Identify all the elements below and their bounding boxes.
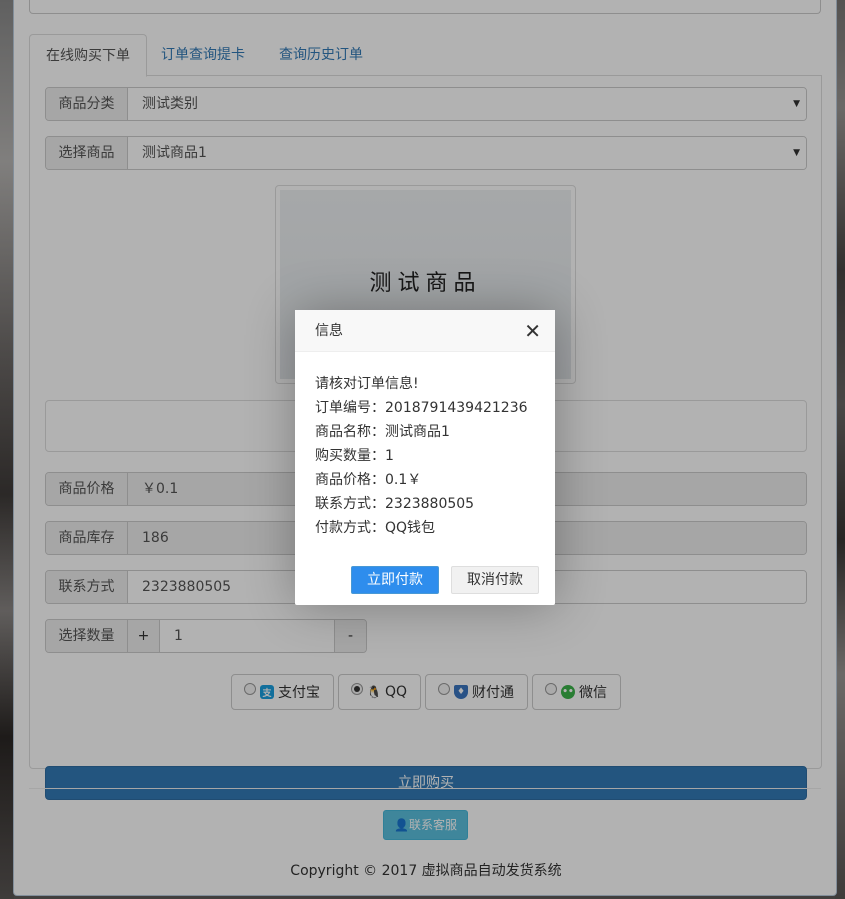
order-confirm-dialog: 信息 ✕ 请核对订单信息! 订单编号：2018791439421236 商品名称…	[295, 310, 555, 605]
dialog-line: 联系方式：2323880505	[315, 496, 475, 512]
close-icon[interactable]: ✕	[524, 310, 541, 352]
dialog-title: 信息	[315, 323, 343, 339]
dialog-line: 付款方式：QQ钱包	[315, 520, 436, 536]
dialog-line: 商品价格：0.1￥	[315, 472, 422, 488]
dialog-line: 购买数量：1	[315, 448, 394, 464]
dialog-line: 商品名称：测试商品1	[315, 424, 450, 440]
pay-now-button[interactable]: 立即付款	[351, 566, 439, 594]
dialog-header: 信息 ✕	[295, 310, 555, 352]
dialog-buttons: 立即付款 取消付款	[351, 566, 539, 594]
cancel-payment-button[interactable]: 取消付款	[451, 566, 539, 594]
dialog-line: 订单编号：2018791439421236	[315, 400, 528, 416]
dialog-line: 请核对订单信息!	[315, 376, 419, 392]
dialog-body: 请核对订单信息! 订单编号：2018791439421236 商品名称：测试商品…	[295, 352, 555, 540]
